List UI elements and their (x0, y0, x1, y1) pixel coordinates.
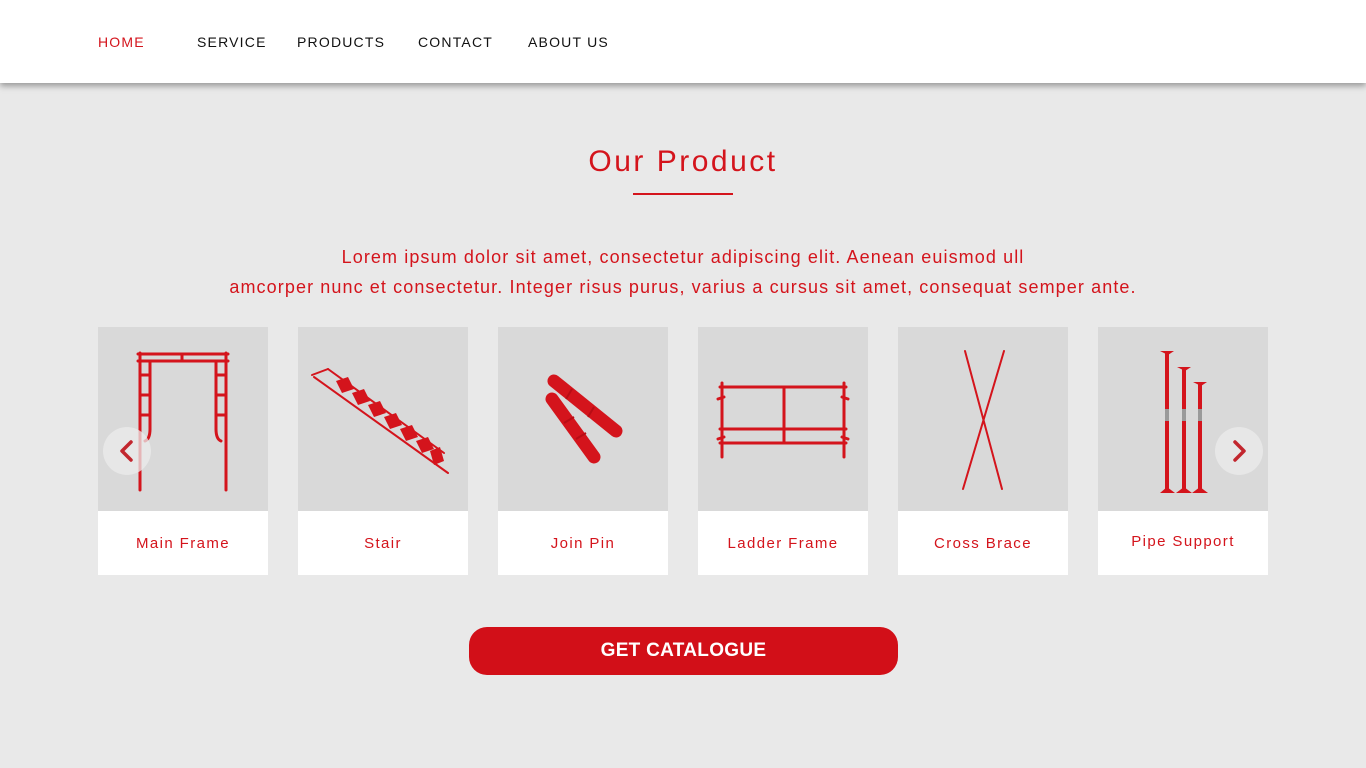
product-image (698, 327, 868, 511)
product-image (498, 327, 668, 511)
get-catalogue-button[interactable]: GET CATALOGUE (469, 627, 898, 675)
product-card-ladder-frame[interactable]: Ladder Frame (698, 327, 868, 575)
product-label: Pipe Support (1131, 532, 1235, 550)
section-description-line-2: amcorper nunc et consectetur. Integer ri… (229, 277, 1137, 297)
product-label: Main Frame (135, 534, 231, 552)
section-title: Our Product (588, 145, 778, 178)
nav-item-home[interactable]: HOME (98, 34, 145, 50)
carousel-next-button[interactable] (1215, 427, 1263, 475)
section-description-line-1: Lorem ipsum dolor sit amet, consectetur … (341, 247, 1025, 267)
product-card-join-pin[interactable]: Join Pin (498, 327, 668, 575)
product-image (298, 327, 468, 511)
join-pin-icon (545, 374, 623, 464)
product-card-stair[interactable]: Stair (298, 327, 468, 575)
product-label: Stair (364, 534, 402, 552)
carousel-prev-button[interactable] (103, 427, 151, 475)
chevron-left-icon (120, 440, 133, 462)
section-description: Lorem ipsum dolor sit amet, consectetur … (0, 242, 1366, 302)
nav-item-service[interactable]: SERVICE (197, 34, 267, 50)
pipe-support-icon (1160, 351, 1208, 493)
nav-item-about-us[interactable]: ABOUT US (528, 34, 609, 50)
top-navbar: HOME SERVICE PRODUCTS CONTACT ABOUT US (0, 0, 1366, 83)
product-label: Ladder Frame (727, 534, 839, 552)
nav-item-contact[interactable]: CONTACT (418, 34, 493, 50)
main-frame-icon (136, 351, 230, 492)
chevron-right-icon (1233, 440, 1246, 462)
stair-icon (311, 368, 449, 474)
product-image (98, 327, 268, 511)
cross-brace-icon (962, 350, 1005, 490)
nav-item-products[interactable]: PRODUCTS (297, 34, 385, 50)
product-image (1098, 327, 1268, 511)
product-label: Join Pin (550, 534, 616, 552)
ladder-frame-icon (716, 381, 850, 459)
product-label: Cross Brace (934, 534, 1032, 552)
title-underline (633, 193, 733, 195)
product-image (898, 327, 1068, 511)
product-card-cross-brace[interactable]: Cross Brace (898, 327, 1068, 575)
